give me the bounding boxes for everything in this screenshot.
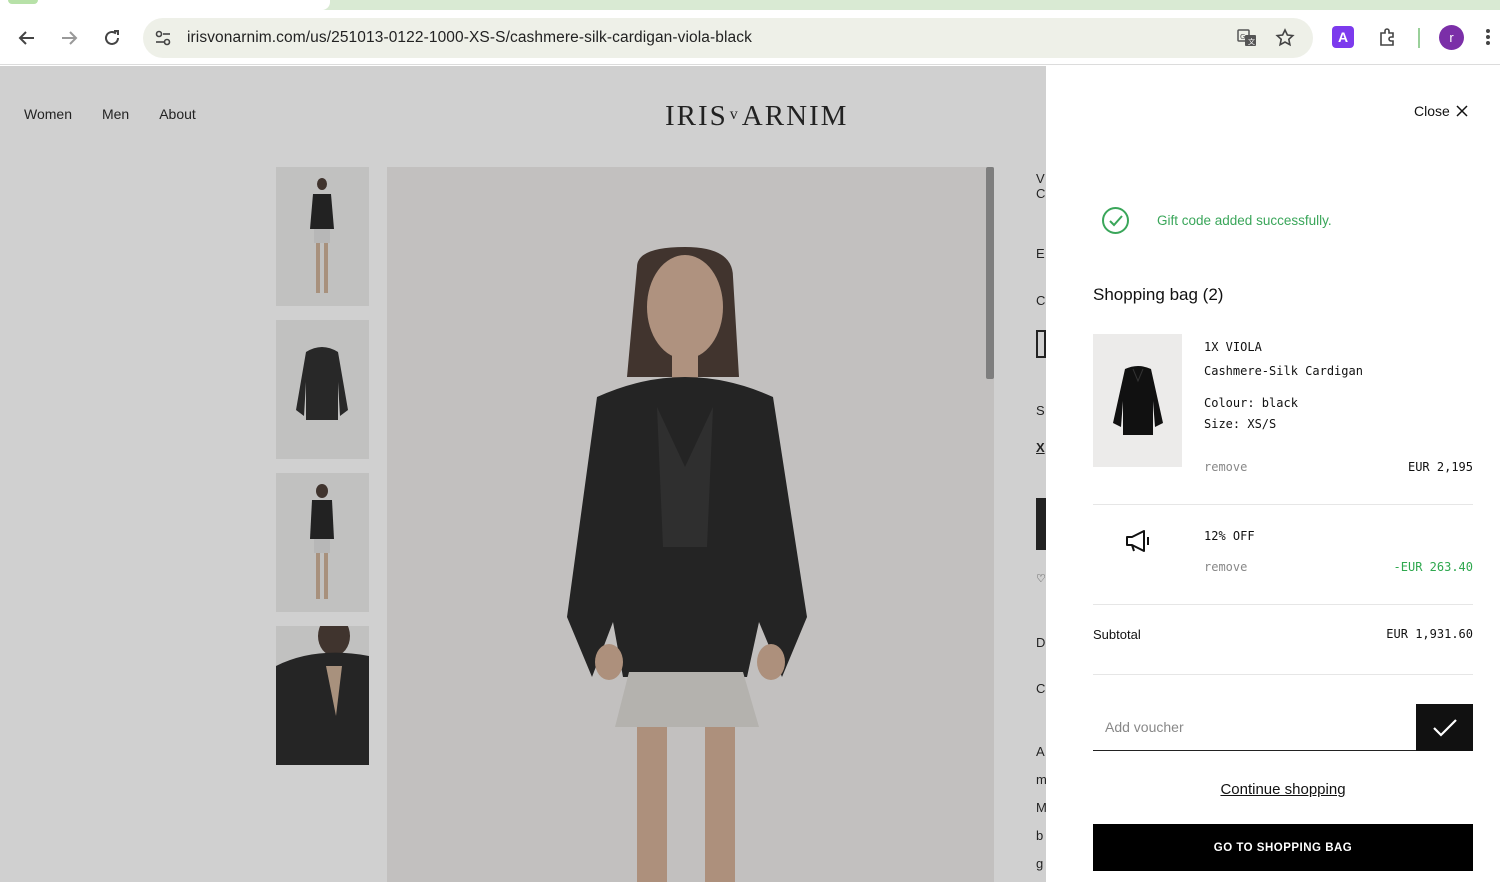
site-settings-icon[interactable]	[151, 26, 175, 50]
divider	[1093, 504, 1473, 505]
extension-a-icon[interactable]: A	[1332, 26, 1354, 48]
close-label: Close	[1414, 103, 1450, 119]
extension-a-letter: A	[1337, 29, 1349, 45]
svg-text:文: 文	[1248, 37, 1255, 46]
close-icon	[1456, 105, 1468, 117]
voucher-submit-button[interactable]	[1416, 704, 1473, 751]
divider	[1093, 604, 1473, 605]
svg-text:G: G	[1240, 33, 1245, 41]
continue-shopping-link[interactable]: Continue shopping	[1093, 781, 1473, 798]
success-notice: Gift code added successfully.	[1102, 207, 1332, 234]
divider	[1093, 674, 1473, 675]
extensions-puzzle-icon[interactable]	[1375, 24, 1401, 50]
bag-title: Shopping bag (2)	[1093, 285, 1224, 304]
discount-amount: -EUR 263.40	[1393, 560, 1473, 574]
shopping-bag-drawer: Close Gift code added successfully. Shop…	[1046, 66, 1500, 882]
subtotal-value: EUR 1,931.60	[1386, 627, 1473, 641]
go-to-shopping-bag-button[interactable]: GO TO SHOPPING BAG	[1093, 824, 1473, 871]
translate-icon[interactable]: G文	[1235, 26, 1259, 50]
cart-item-size: Size: XS/S	[1204, 417, 1277, 431]
voucher-input[interactable]	[1093, 704, 1416, 750]
profile-avatar[interactable]: r	[1439, 25, 1464, 50]
close-button[interactable]: Close	[1414, 103, 1468, 119]
url-text: irisvonarnim.com/us/251013-0122-1000-XS-…	[187, 29, 752, 46]
success-message: Gift code added successfully.	[1157, 213, 1332, 228]
remove-item-button[interactable]: remove	[1204, 460, 1247, 474]
cart-item-product[interactable]: Cashmere-Silk Cardigan	[1204, 364, 1363, 378]
address-bar[interactable]: irisvonarnim.com/us/251013-0122-1000-XS-…	[143, 18, 1313, 58]
cart-item-price: EUR 2,195	[1407, 460, 1473, 474]
browser-menu-icon[interactable]	[1481, 24, 1495, 50]
megaphone-icon	[1123, 528, 1153, 558]
reload-icon[interactable]	[98, 24, 126, 52]
subtotal-label: Subtotal	[1093, 627, 1141, 642]
discount-label: 12% OFF	[1204, 529, 1255, 543]
check-circle-icon	[1102, 207, 1129, 234]
toolbar-separator	[1418, 28, 1420, 48]
tab-strip	[0, 0, 1500, 10]
cart-item-colour: Colour: black	[1204, 396, 1298, 410]
forward-arrow-icon[interactable]	[55, 24, 83, 52]
browser-toolbar: irisvonarnim.com/us/251013-0122-1000-XS-…	[0, 10, 1500, 65]
voucher-field	[1093, 704, 1416, 751]
remove-discount-button[interactable]: remove	[1204, 560, 1247, 574]
bookmark-star-icon[interactable]	[1273, 26, 1297, 50]
cart-item-name: 1X VIOLA	[1204, 340, 1262, 354]
cart-item-image[interactable]	[1093, 334, 1182, 467]
active-tab[interactable]	[0, 0, 330, 10]
back-arrow-icon[interactable]	[13, 24, 41, 52]
dim-overlay[interactable]	[0, 66, 1046, 882]
checkmark-icon	[1432, 718, 1457, 737]
